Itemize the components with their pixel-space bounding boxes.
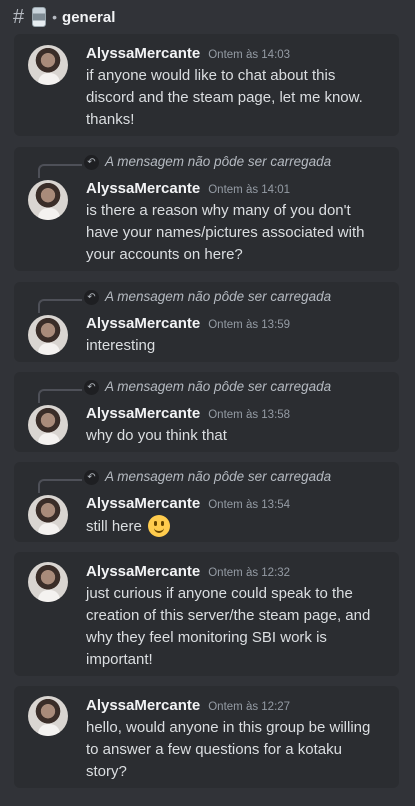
channel-header: # • general — [0, 0, 415, 34]
message-card[interactable]: ↶ A mensagem não pôde ser carregada Alys… — [14, 147, 399, 271]
reply-spine — [38, 389, 82, 403]
message-author[interactable]: AlyssaMercante — [86, 315, 200, 332]
reply-spine — [38, 299, 82, 313]
message-timestamp: Ontem às 12:32 — [208, 567, 291, 579]
reply-preview-text[interactable]: A mensagem não pôde ser carregada — [105, 469, 331, 484]
message-text: hello, would anyone in this group be wil… — [86, 719, 371, 780]
message-text: why do you think that — [86, 427, 227, 444]
reply-icon: ↶ — [84, 290, 99, 305]
reply-icon: ↶ — [84, 470, 99, 485]
message-text: is there a reason why many of you don't … — [86, 202, 365, 263]
message-card[interactable]: ↶ A mensagem não pôde ser carregada Alys… — [14, 282, 399, 362]
message-author[interactable]: AlyssaMercante — [86, 180, 200, 197]
avatar[interactable] — [28, 405, 68, 445]
message-timestamp: Ontem às 13:58 — [208, 409, 291, 421]
message-header: AlyssaMercante Ontem às 13:59 — [86, 315, 290, 332]
reply-preview-text[interactable]: A mensagem não pôde ser carregada — [105, 289, 331, 304]
message-header: AlyssaMercante Ontem às 14:01 — [86, 180, 290, 197]
message-author[interactable]: AlyssaMercante — [86, 45, 200, 62]
message-card[interactable]: ↶ A mensagem não pôde ser carregada Alys… — [14, 462, 399, 542]
message-author[interactable]: AlyssaMercante — [86, 697, 200, 714]
message-author[interactable]: AlyssaMercante — [86, 495, 200, 512]
channel-emoji-icon — [32, 7, 47, 27]
message-header: AlyssaMercante Ontem às 12:27 — [86, 697, 290, 714]
message-author[interactable]: AlyssaMercante — [86, 405, 200, 422]
reply-preview-text[interactable]: A mensagem não pôde ser carregada — [105, 154, 331, 169]
message-timestamp: Ontem às 13:59 — [208, 319, 291, 331]
message-text-content: still here — [86, 518, 142, 535]
message-card[interactable]: AlyssaMercante Ontem às 12:27 hello, wou… — [14, 686, 399, 788]
reply-icon: ↶ — [84, 155, 99, 170]
message-text: interesting — [86, 337, 156, 354]
message-card[interactable]: ↶ A mensagem não pôde ser carregada Alys… — [14, 372, 399, 452]
avatar[interactable] — [28, 495, 68, 535]
message-header: AlyssaMercante Ontem às 12:32 — [86, 563, 290, 580]
message-timestamp: Ontem às 14:03 — [208, 49, 291, 61]
message-card[interactable]: AlyssaMercante Ontem às 12:32 just curio… — [14, 552, 399, 676]
avatar[interactable] — [28, 315, 68, 355]
message-timestamp: Ontem às 13:54 — [208, 499, 291, 511]
message-text: just curious if anyone could speak to th… — [86, 585, 371, 668]
avatar[interactable] — [28, 180, 68, 220]
reply-spine — [38, 164, 82, 178]
channel-separator: • — [52, 9, 58, 25]
channel-name[interactable]: general — [62, 9, 115, 26]
slightly-smiling-face-icon — [148, 515, 171, 537]
avatar[interactable] — [28, 562, 68, 602]
avatar[interactable] — [28, 45, 68, 85]
reply-preview-text[interactable]: A mensagem não pôde ser carregada — [105, 379, 331, 394]
hash-icon: # — [13, 6, 25, 28]
message-header: AlyssaMercante Ontem às 14:03 — [86, 45, 290, 62]
message-timestamp: Ontem às 14:01 — [208, 184, 291, 196]
message-text: still here — [86, 515, 386, 538]
message-header: AlyssaMercante Ontem às 13:58 — [86, 405, 290, 422]
avatar[interactable] — [28, 696, 68, 736]
message-text: if anyone would like to chat about this … — [86, 67, 363, 128]
message-header: AlyssaMercante Ontem às 13:54 — [86, 495, 290, 512]
message-timestamp: Ontem às 12:27 — [208, 701, 291, 713]
reply-spine — [38, 479, 82, 493]
message-card[interactable]: AlyssaMercante Ontem às 14:03 if anyone … — [14, 34, 399, 136]
reply-icon: ↶ — [84, 380, 99, 395]
message-author[interactable]: AlyssaMercante — [86, 563, 200, 580]
